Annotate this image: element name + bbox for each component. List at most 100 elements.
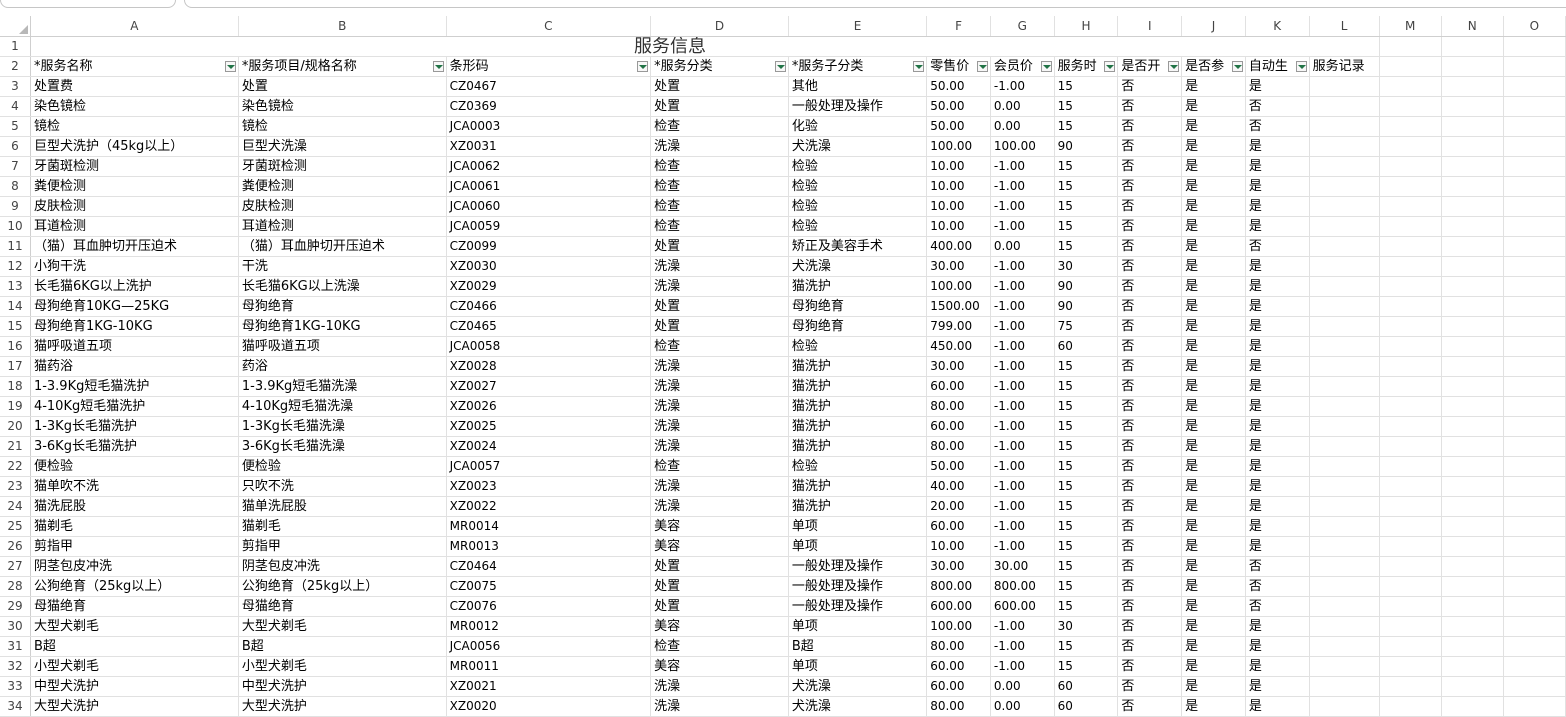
row-header[interactable]: 8	[0, 176, 31, 197]
table-cell[interactable]: 10.00	[926, 196, 991, 217]
table-cell[interactable]: 染色镜检	[238, 96, 447, 117]
table-cell[interactable]: 猫洗护	[788, 436, 928, 457]
table-cell[interactable]: 是	[1245, 136, 1310, 157]
table-cell[interactable]: 是	[1181, 676, 1246, 697]
table-cell[interactable]: 800.00	[926, 576, 991, 597]
empty-cell[interactable]	[1441, 136, 1504, 157]
table-cell[interactable]: 检查	[650, 196, 789, 217]
row-header[interactable]: 34	[0, 696, 31, 717]
empty-cell[interactable]	[1379, 156, 1442, 177]
table-cell[interactable]: 洗澡	[650, 376, 789, 397]
table-cell[interactable]: 猫呼吸道五项	[238, 336, 447, 357]
table-cell[interactable]: 是	[1181, 576, 1246, 597]
header-cell[interactable]: 服务记录	[1309, 56, 1380, 77]
table-cell[interactable]: 犬洗澡	[788, 136, 928, 157]
table-cell[interactable]: 否	[1117, 476, 1183, 497]
table-cell[interactable]: 100.00	[926, 136, 991, 157]
row-header[interactable]: 32	[0, 656, 31, 677]
empty-cell[interactable]	[1503, 576, 1566, 597]
table-cell[interactable]: 否	[1117, 696, 1183, 717]
table-cell[interactable]: 猫洗护	[788, 496, 928, 517]
table-cell[interactable]: 单项	[788, 536, 928, 557]
empty-cell[interactable]	[1441, 156, 1504, 177]
empty-cell[interactable]	[1441, 336, 1504, 357]
table-cell[interactable]: 是	[1245, 456, 1310, 477]
empty-cell[interactable]	[1379, 556, 1442, 577]
table-cell[interactable]: 15	[1054, 196, 1119, 217]
table-cell[interactable]: 15	[1054, 576, 1119, 597]
empty-cell[interactable]	[1309, 196, 1380, 217]
table-cell[interactable]: 大型犬洗护	[238, 696, 447, 717]
table-cell[interactable]: 长毛猫6KG以上洗护	[30, 276, 239, 297]
table-cell[interactable]: 否	[1117, 76, 1183, 97]
table-cell[interactable]: -1.00	[990, 196, 1055, 217]
header-cell[interactable]: *服务名称	[30, 56, 239, 77]
table-cell[interactable]: 是	[1181, 636, 1246, 657]
table-cell[interactable]: 猫单洗屁股	[238, 496, 447, 517]
table-cell[interactable]: 20.00	[926, 496, 991, 517]
table-cell[interactable]: 80.00	[926, 396, 991, 417]
empty-cell[interactable]	[1379, 376, 1442, 397]
table-cell[interactable]: 1-3.9Kg短毛猫洗护	[30, 376, 239, 397]
table-cell[interactable]: 洗澡	[650, 476, 789, 497]
table-cell[interactable]: 其他	[788, 76, 928, 97]
empty-cell[interactable]	[1379, 476, 1442, 497]
table-cell[interactable]: 大型犬剃毛	[30, 616, 239, 637]
table-cell[interactable]: 剪指甲	[238, 536, 447, 557]
row-header[interactable]: 1	[0, 36, 31, 57]
row-header[interactable]: 11	[0, 236, 31, 257]
table-cell[interactable]: B超	[30, 636, 239, 657]
row-header[interactable]: 27	[0, 556, 31, 577]
table-cell[interactable]: XZ0030	[446, 256, 652, 277]
table-cell[interactable]: MR0013	[446, 536, 652, 557]
empty-cell[interactable]	[1309, 216, 1380, 237]
table-cell[interactable]: 否	[1117, 196, 1183, 217]
empty-cell[interactable]	[1503, 636, 1566, 657]
empty-cell[interactable]	[1503, 236, 1566, 257]
table-cell[interactable]: 否	[1117, 136, 1183, 157]
filter-dropdown-icon[interactable]	[1040, 61, 1052, 72]
table-cell[interactable]: -1.00	[990, 496, 1055, 517]
empty-cell[interactable]	[1503, 516, 1566, 537]
table-cell[interactable]: 处置	[238, 76, 447, 97]
table-cell[interactable]: -1.00	[990, 536, 1055, 557]
table-cell[interactable]: 检查	[650, 636, 789, 657]
empty-cell[interactable]	[1379, 56, 1442, 77]
table-cell[interactable]: 否	[1117, 356, 1183, 377]
filter-dropdown-icon[interactable]	[774, 61, 786, 72]
table-cell[interactable]: 1-3.9Kg短毛猫洗澡	[238, 376, 447, 397]
table-cell[interactable]: 母狗绝育10KG—25KG	[30, 296, 239, 317]
empty-cell[interactable]	[1309, 36, 1380, 57]
table-cell[interactable]: 母狗绝育1KG-10KG	[30, 316, 239, 337]
table-cell[interactable]: JCA0061	[446, 176, 652, 197]
table-cell[interactable]: 一般处理及操作	[788, 596, 928, 617]
table-cell[interactable]: -1.00	[990, 316, 1055, 337]
table-cell[interactable]: 是	[1245, 656, 1310, 677]
row-header[interactable]: 6	[0, 136, 31, 157]
table-cell[interactable]: 处置	[650, 556, 789, 577]
table-cell[interactable]: 检查	[650, 156, 789, 177]
table-cell[interactable]: 是	[1181, 96, 1246, 117]
table-cell[interactable]: 巨型犬洗护（45kg以上）	[30, 136, 239, 157]
empty-cell[interactable]	[1503, 496, 1566, 517]
row-header[interactable]: 21	[0, 436, 31, 457]
empty-cell[interactable]	[1503, 316, 1566, 337]
table-cell[interactable]: 15	[1054, 356, 1119, 377]
empty-cell[interactable]	[1379, 136, 1442, 157]
table-cell[interactable]: 美容	[650, 536, 789, 557]
table-cell[interactable]: 剪指甲	[30, 536, 239, 557]
table-cell[interactable]: 是	[1181, 456, 1246, 477]
empty-cell[interactable]	[1441, 556, 1504, 577]
empty-cell[interactable]	[1379, 416, 1442, 437]
table-cell[interactable]: 450.00	[926, 336, 991, 357]
table-cell[interactable]: -1.00	[990, 216, 1055, 237]
empty-cell[interactable]	[1441, 596, 1504, 617]
table-cell[interactable]: 巨型犬洗澡	[238, 136, 447, 157]
table-cell[interactable]: 一般处理及操作	[788, 96, 928, 117]
table-cell[interactable]: 15	[1054, 636, 1119, 657]
column-header-i[interactable]: I	[1117, 16, 1183, 37]
table-cell[interactable]: 50.00	[926, 456, 991, 477]
table-cell[interactable]: 15	[1054, 416, 1119, 437]
empty-cell[interactable]	[1441, 576, 1504, 597]
row-header[interactable]: 16	[0, 336, 31, 357]
